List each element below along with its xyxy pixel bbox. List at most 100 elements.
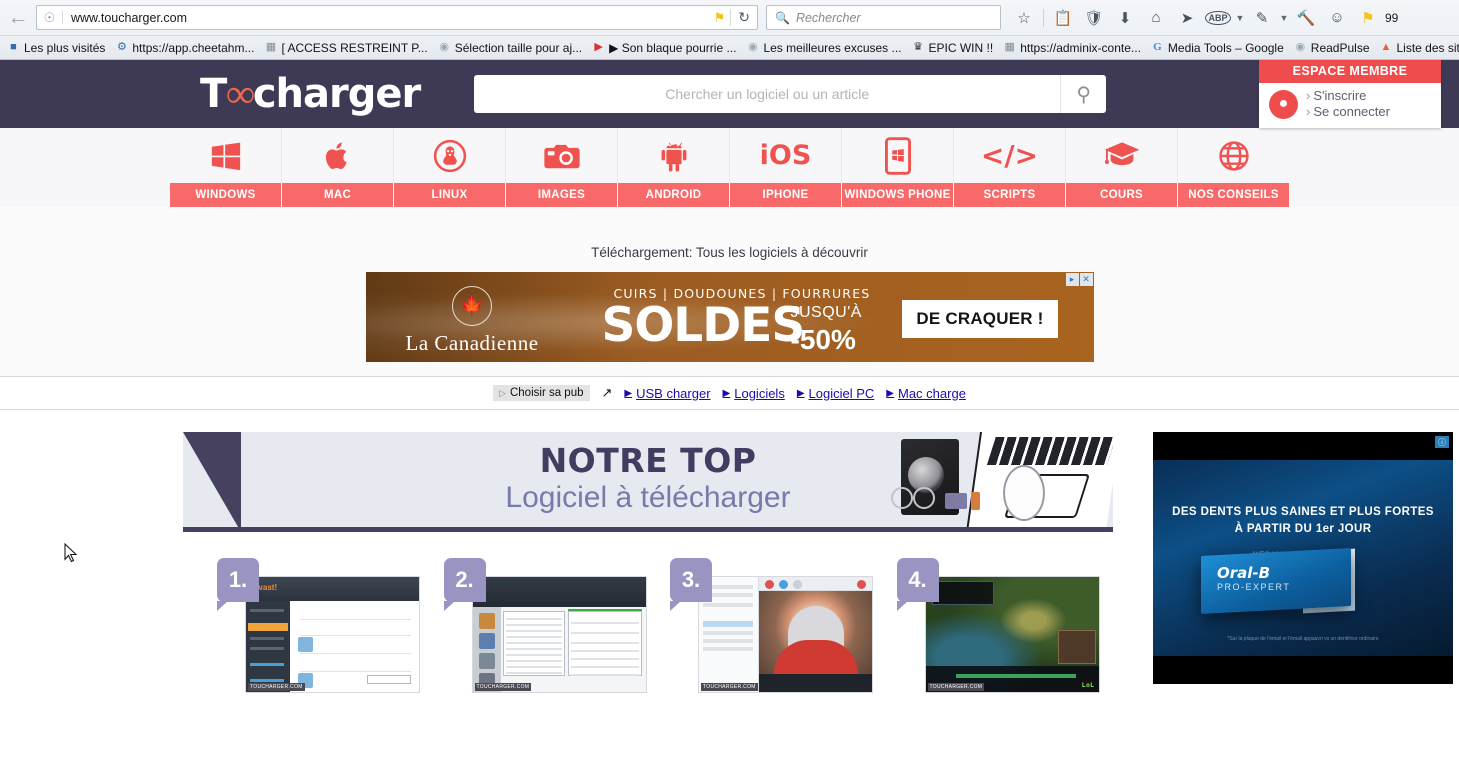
shield-icon[interactable]: 🛡: [1079, 3, 1109, 33]
popout-icon[interactable]: ↗: [602, 385, 613, 401]
nav-label-images[interactable]: IMAGES: [506, 183, 618, 207]
video-ad-oral-b[interactable]: DES DENTS PLUS SAINES ET PLUS FORTES À P…: [1153, 432, 1453, 684]
sponsored-link-logiciel-pc[interactable]: ▶ Logiciel PC: [797, 386, 874, 401]
skype-screenshot[interactable]: TOUCHARGER.COM: [698, 576, 873, 693]
chevron-down-icon-2[interactable]: ▼: [1278, 3, 1290, 33]
banner-subtitle: Logiciel à télécharger: [183, 481, 1113, 516]
bookmark-item-7[interactable]: ▦ https://adminix-conte...: [998, 39, 1146, 57]
search-icon[interactable]: ⚲: [1060, 75, 1106, 113]
nav-item-iphone[interactable]: iOS: [730, 128, 842, 183]
watermark: TOUCHARGER.COM: [248, 683, 305, 691]
list-row: [506, 624, 562, 626]
bookmark-item-1[interactable]: ⚙ https://app.cheetahm...: [110, 39, 259, 57]
game-logo: LoL: [1082, 683, 1095, 689]
bookmark-star-icon[interactable]: ☆: [1009, 3, 1039, 33]
bookmarks-bar: ■ Les plus visités ⚙ https://app.cheetah…: [0, 35, 1459, 59]
close-icon[interactable]: ✕: [1080, 273, 1093, 286]
site-search-input[interactable]: Chercher un logiciel ou un article: [474, 86, 1060, 102]
contact-row-selected: [703, 621, 753, 627]
bookmark-item-6[interactable]: ♛ EPIC WIN !!: [907, 39, 999, 57]
minimap: [1058, 630, 1096, 664]
thumbnail-item-1[interactable]: 1. avast!: [195, 558, 422, 693]
sponsored-link-mac-charge[interactable]: ▶ Mac charge: [886, 386, 966, 401]
bookmark-item-10[interactable]: ▲ Liste des sites: [1375, 39, 1459, 57]
thumbnail-number: 4.: [897, 558, 939, 602]
mouse-cursor: [64, 543, 78, 563]
notification-flag-icon[interactable]: ⚑: [1353, 3, 1383, 33]
nav-label-mac[interactable]: MAC: [282, 183, 394, 207]
adchoices-group[interactable]: ▸ ✕: [1066, 273, 1093, 286]
nav-label-scripts[interactable]: SCRIPTS: [954, 183, 1066, 207]
bookmark-label: Les meilleures excuses ...: [763, 41, 901, 55]
top-banner-ad[interactable]: 🍁 La Canadienne CUIRS | DOUDOUNES | FOUR…: [366, 272, 1094, 362]
choisir-sa-pub-button[interactable]: ▷ Choisir sa pub: [493, 385, 589, 401]
signup-link[interactable]: ›S'inscrire: [1306, 88, 1390, 104]
nav-item-images[interactable]: [506, 128, 618, 183]
nav-item-windows[interactable]: [170, 128, 282, 183]
sponsored-link-logiciels[interactable]: ▶ Logiciels: [723, 386, 785, 401]
adchoices-triangle-icon[interactable]: ▸: [1066, 273, 1079, 286]
thumbnail-item-4[interactable]: 4. LoL TOUCHARGER.COM: [875, 558, 1102, 693]
bookmark-item-5[interactable]: ◉ Les meilleures excuses ...: [741, 39, 906, 57]
nav-label-iphone[interactable]: IPHONE: [730, 183, 842, 207]
nav-label-android[interactable]: ANDROID: [618, 183, 730, 207]
league-of-legends-screenshot[interactable]: LoL TOUCHARGER.COM: [925, 576, 1100, 693]
address-bar[interactable]: ☉ www.toucharger.com ⚑ ↻: [36, 5, 758, 30]
pin-icon[interactable]: 🔨: [1291, 3, 1321, 33]
bookmark-item-2[interactable]: ▦ [ ACCESS RESTREINT P...: [259, 39, 432, 57]
contact-row: [703, 631, 753, 635]
contact-row: [703, 603, 753, 607]
sponsored-links-strip: ▷ Choisir sa pub ↗ ▶ USB charger ▶ Logic…: [0, 376, 1459, 410]
watermark: TOUCHARGER.COM: [475, 683, 532, 691]
nav-item-android[interactable]: [618, 128, 730, 183]
thumbnail-item-3[interactable]: 3.: [648, 558, 875, 693]
avast-antivirus-screenshot[interactable]: avast!: [245, 576, 420, 693]
adblock-plus-icon[interactable]: ABP: [1203, 3, 1233, 33]
site-search-box[interactable]: Chercher un logiciel ou un article ⚲: [474, 75, 1106, 113]
site-logo[interactable]: T∞charger: [200, 74, 420, 114]
chevron-down-icon[interactable]: ▼: [1234, 3, 1246, 33]
sponsored-link-usb-charger[interactable]: ▶ USB charger: [624, 386, 710, 401]
back-button[interactable]: ←: [4, 4, 32, 32]
downloads-icon[interactable]: ⬇: [1110, 3, 1140, 33]
send-icon[interactable]: ➤: [1172, 3, 1202, 33]
nav-item-cours[interactable]: [1066, 128, 1178, 183]
page-icon: ▦: [264, 42, 277, 53]
app-button: [367, 675, 411, 684]
nav-item-windows-phone[interactable]: [842, 128, 954, 183]
browser-search-box[interactable]: 🔍 Rechercher: [766, 5, 1001, 30]
flag-icon[interactable]: ⚑: [709, 10, 731, 26]
login-link[interactable]: ›Se connecter: [1306, 104, 1390, 120]
camera-icon: [543, 136, 581, 176]
info-badge-icon[interactable]: ⓘ: [1435, 436, 1449, 448]
bookmark-item-0[interactable]: ■ Les plus visités: [2, 39, 110, 57]
extension-icon[interactable]: ✎: [1247, 3, 1277, 33]
home-icon[interactable]: ⌂: [1141, 3, 1171, 33]
nav-label-windows-phone[interactable]: WINDOWS PHONE: [842, 183, 954, 207]
scoreboard-hud: [932, 581, 994, 605]
nav-label-linux[interactable]: LINUX: [394, 183, 506, 207]
ad-cta-button[interactable]: DE CRAQUER !: [902, 300, 1057, 338]
nav-label-nos-conseils[interactable]: NOS CONSEILS: [1178, 183, 1289, 207]
reload-icon[interactable]: ↻: [730, 9, 757, 26]
bookmark-item-3[interactable]: ◉ Sélection taille pour aj...: [433, 39, 587, 57]
reading-list-icon[interactable]: 📋: [1048, 3, 1078, 33]
nav-item-mac[interactable]: [282, 128, 394, 183]
nav-label-cours[interactable]: COURS: [1066, 183, 1178, 207]
logo-ligature-icon: ∞: [226, 74, 253, 114]
bookmark-label: https://adminix-conte...: [1020, 41, 1141, 55]
top-software-thumbnails: 1. avast!: [183, 532, 1113, 693]
thumbnail-item-2[interactable]: 2.: [422, 558, 649, 693]
bookmark-item-4[interactable]: ▶ ▶ Son blaque pourrie ...: [587, 39, 741, 57]
chat-icon[interactable]: ☺: [1322, 3, 1352, 33]
bookmark-item-8[interactable]: G Media Tools – Google: [1146, 39, 1289, 57]
app-results-pane: [568, 611, 642, 676]
nav-item-linux[interactable]: [394, 128, 506, 183]
sidebar-line: [250, 679, 284, 682]
ccleaner-screenshot[interactable]: TOUCHARGER.COM: [472, 576, 647, 693]
nav-item-nos-conseils[interactable]: [1178, 128, 1289, 183]
ios-text-icon: iOS: [760, 136, 812, 176]
nav-item-scripts[interactable]: </>: [954, 128, 1066, 183]
bookmark-item-9[interactable]: ◉ ReadPulse: [1289, 39, 1375, 57]
nav-label-windows[interactable]: WINDOWS: [170, 183, 282, 207]
